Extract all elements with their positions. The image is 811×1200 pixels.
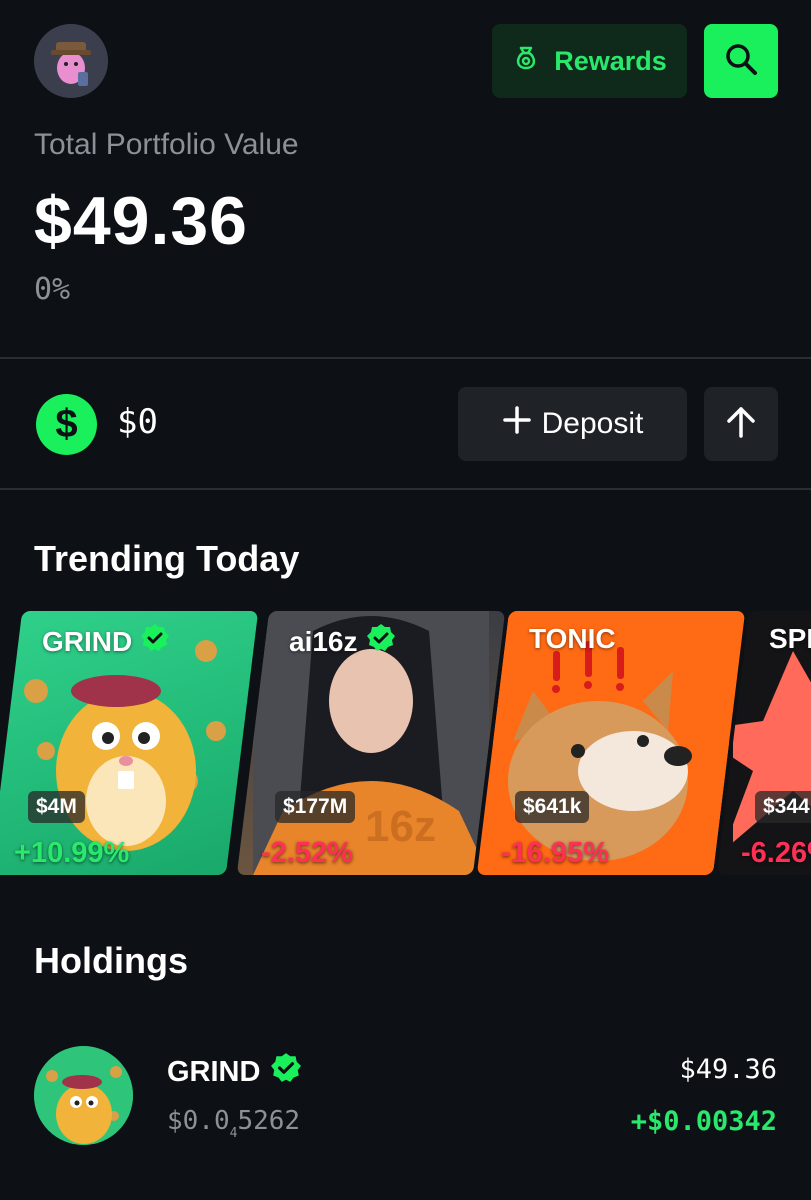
portfolio-value: $49.36: [34, 183, 248, 259]
rewards-label: Rewards: [554, 45, 667, 76]
send-button[interactable]: [704, 387, 778, 461]
card-market-cap: $344M: [755, 791, 811, 823]
holdings-title: Holdings: [34, 940, 188, 981]
portfolio-change: 0%: [34, 272, 71, 307]
trending-title: Trending Today: [34, 538, 300, 579]
trending-card-grind[interactable]: GRIND $4M +10.99%: [0, 611, 259, 875]
portfolio-value-label: Total Portfolio Value: [34, 128, 299, 161]
trending-carousel[interactable]: GRIND $4M +10.99% 16z ai16z $177M -2.52%…: [0, 611, 811, 875]
dollar-icon: $: [36, 394, 97, 455]
profile-avatar[interactable]: [34, 24, 108, 98]
card-market-cap: $177M: [275, 791, 356, 823]
grind-token-logo: [34, 1046, 133, 1145]
verified-badge-icon: [366, 623, 396, 660]
card-market-cap: $4M: [28, 791, 85, 823]
divider: [0, 488, 811, 490]
search-icon: [723, 41, 759, 82]
money-bag-icon: [512, 44, 540, 79]
card-change: +10.99%: [13, 837, 130, 869]
verified-badge-icon: [140, 623, 170, 660]
card-name: GRIND: [42, 625, 133, 657]
arrow-up-icon: [723, 404, 759, 445]
cash-balance: $0: [117, 402, 158, 442]
svg-text:16z: 16z: [365, 802, 436, 851]
search-button[interactable]: [704, 24, 778, 98]
card-market-cap: $641k: [515, 791, 590, 823]
holding-value: $49.36: [679, 1054, 777, 1085]
trending-card-ai16z[interactable]: 16z ai16z $177M -2.52%: [236, 611, 506, 875]
trending-card-tonic[interactable]: TONIC $641k -16.95%: [476, 611, 746, 875]
holding-price: $0.045262: [167, 1106, 301, 1141]
verified-badge-icon: [270, 1052, 302, 1092]
plus-icon: [502, 405, 532, 443]
card-change: -16.95%: [501, 837, 610, 869]
card-name: ai16z: [289, 625, 358, 657]
holding-pnl: +$0.00342: [630, 1106, 777, 1137]
card-name: TONIC: [529, 623, 616, 654]
card-name: SPK: [769, 623, 811, 654]
card-change: -6.26%: [741, 837, 811, 869]
divider: [0, 357, 811, 359]
deposit-button[interactable]: Deposit: [458, 387, 687, 461]
rewards-button[interactable]: Rewards: [492, 24, 687, 98]
holding-name: GRIND: [167, 1055, 261, 1088]
deposit-label: Deposit: [541, 407, 644, 440]
card-change: -2.52%: [261, 837, 353, 869]
